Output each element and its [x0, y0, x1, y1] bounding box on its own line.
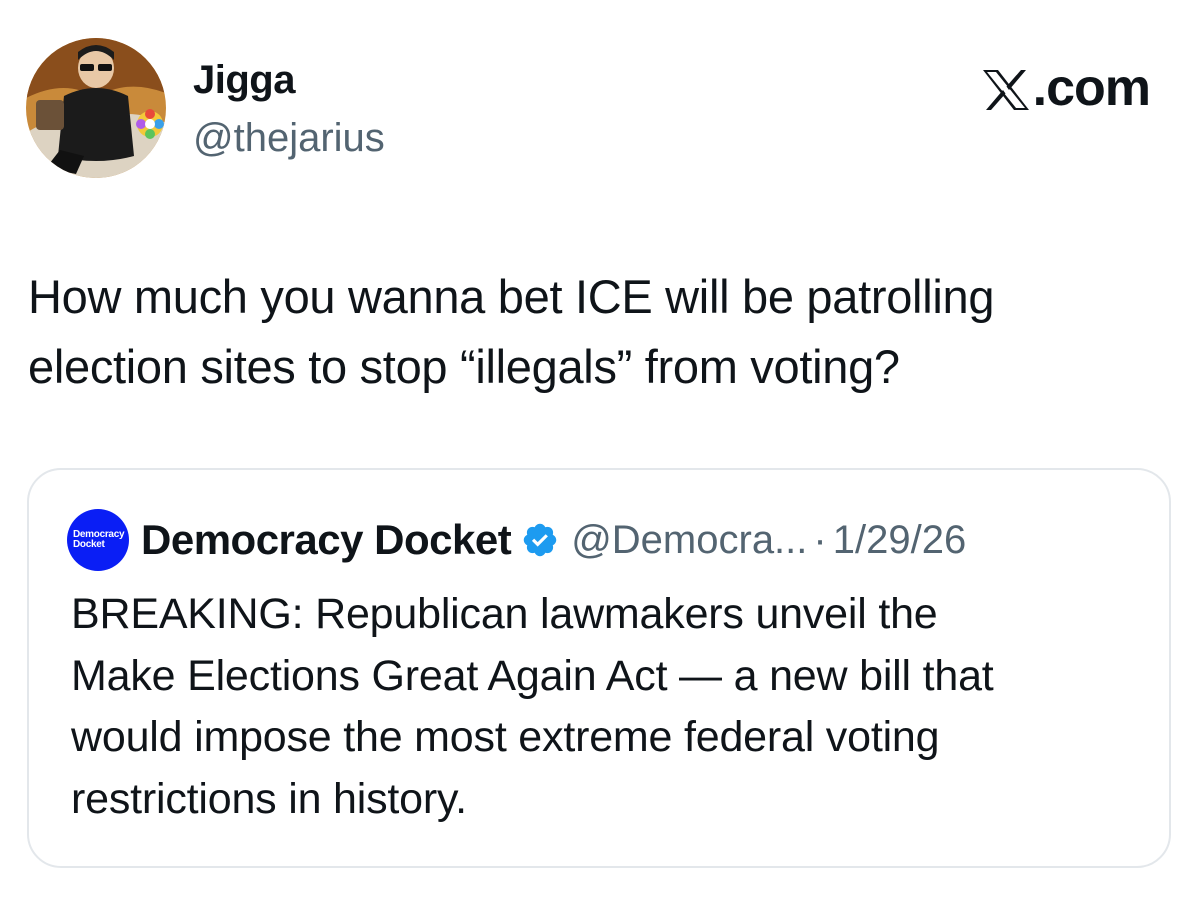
verified-badge-icon: [523, 523, 557, 557]
quoted-author-handle[interactable]: @Democra...: [571, 518, 807, 563]
cartoon-avatar-icon: [26, 38, 166, 178]
author-display-name[interactable]: Jigga: [193, 54, 295, 106]
tweet-text-line: election sites to stop “illegals” from v…: [28, 340, 900, 393]
quoted-text-line: would impose the most extreme federal vo…: [71, 713, 940, 761]
quoted-author-avatar[interactable]: Democracy Docket: [67, 509, 129, 571]
brand-domain-label: .com: [1032, 59, 1151, 117]
quoted-tweet-header: Democracy Docket Democracy Docket @Democ…: [67, 509, 966, 571]
quoted-text-line: Make Elections Great Again Act — a new b…: [71, 651, 994, 700]
quoted-text-line: BREAKING: Republican lawmakers unveil th…: [71, 590, 938, 638]
tweet-text-line: How much you wanna bet ICE will be patro…: [28, 270, 995, 323]
author-avatar[interactable]: [26, 38, 166, 178]
author-handle[interactable]: @thejarius: [193, 112, 385, 164]
brand-mark: .com: [981, 58, 1151, 118]
tweet-text: How much you wanna bet ICE will be patro…: [28, 262, 1178, 402]
quoted-tweet-text: BREAKING: Republican lawmakers unveil th…: [71, 584, 1151, 830]
quoted-tweet-card[interactable]: Democracy Docket Democracy Docket @Democ…: [27, 468, 1171, 868]
separator-dot: ·: [813, 517, 827, 562]
x-logo-icon: [982, 70, 1029, 110]
quoted-tweet-date[interactable]: 1/29/26: [833, 518, 966, 563]
avatar-text-line: Docket: [73, 539, 105, 550]
quoted-author-name[interactable]: Democracy Docket: [141, 516, 512, 564]
quoted-text-line: restrictions in history.: [71, 774, 467, 823]
